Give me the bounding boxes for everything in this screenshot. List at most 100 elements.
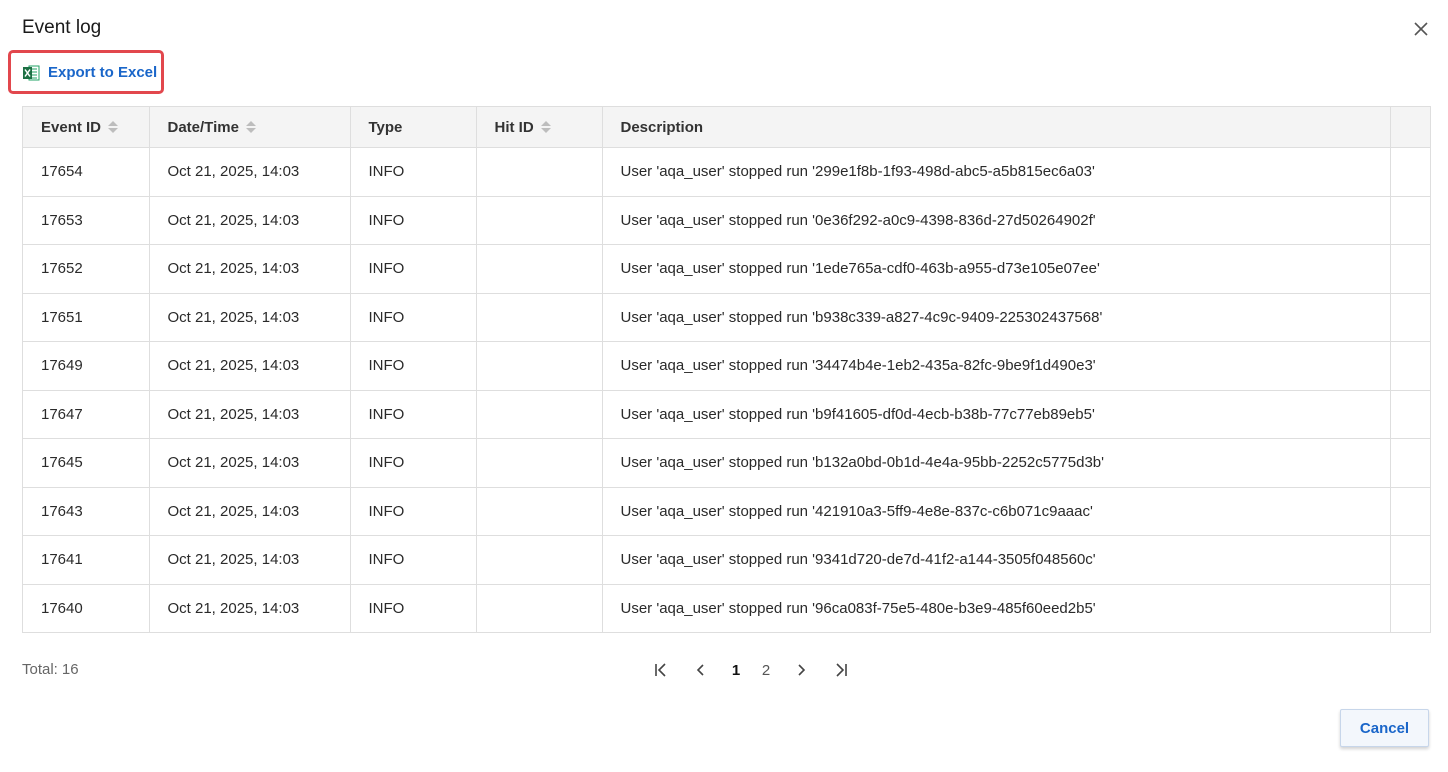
event-table-container: Event ID Date/Time Type Hit ID Descripti… — [22, 106, 1431, 633]
cell-description: User 'aqa_user' stopped run '0e36f292-a0… — [602, 196, 1391, 245]
cancel-button[interactable]: Cancel — [1340, 709, 1429, 747]
column-header-type: Type — [350, 107, 477, 148]
close-button[interactable] — [1410, 18, 1432, 40]
last-page-button[interactable] — [828, 657, 854, 683]
cell-type: INFO — [350, 293, 477, 342]
cell-hit-id — [476, 438, 603, 488]
cell-hit-id — [476, 535, 603, 585]
cell-hit-id — [476, 147, 603, 197]
column-label: Description — [620, 118, 704, 136]
table-row[interactable]: 17643 Oct 21, 2025, 14:03 INFO User 'aqa… — [23, 487, 1430, 536]
cell-event-id: 17643 — [23, 487, 150, 536]
sort-icon[interactable] — [107, 118, 119, 136]
cell-hit-id — [476, 244, 603, 294]
cell-datetime: Oct 21, 2025, 14:03 — [149, 341, 351, 391]
cell-hit-id — [476, 584, 603, 632]
page-2-button[interactable]: 2 — [758, 662, 774, 679]
event-log-dialog: Event log Export to Excel Event ID Date/… — [0, 0, 1448, 772]
cell-type: INFO — [350, 147, 477, 197]
column-header-hit-id[interactable]: Hit ID — [476, 107, 603, 148]
cell-spacer — [1390, 487, 1430, 536]
cell-description: User 'aqa_user' stopped run '9341d720-de… — [602, 535, 1391, 585]
cell-hit-id — [476, 341, 603, 391]
cell-type: INFO — [350, 487, 477, 536]
table-row[interactable]: 17651 Oct 21, 2025, 14:03 INFO User 'aqa… — [23, 293, 1430, 342]
cell-description: User 'aqa_user' stopped run '421910a3-5f… — [602, 487, 1391, 536]
cell-hit-id — [476, 196, 603, 245]
cell-spacer — [1390, 244, 1430, 294]
cell-type: INFO — [350, 584, 477, 632]
table-row[interactable]: 17654 Oct 21, 2025, 14:03 INFO User 'aqa… — [23, 147, 1430, 197]
cell-datetime: Oct 21, 2025, 14:03 — [149, 196, 351, 245]
cell-spacer — [1390, 196, 1430, 245]
sort-icon[interactable] — [245, 118, 257, 136]
cell-hit-id — [476, 293, 603, 342]
cell-event-id: 17640 — [23, 584, 150, 632]
cell-event-id: 17652 — [23, 244, 150, 294]
table-row[interactable]: 17653 Oct 21, 2025, 14:03 INFO User 'aqa… — [23, 196, 1430, 245]
total-count: Total: 16 — [22, 661, 79, 678]
total-value: 16 — [61, 661, 79, 678]
cell-spacer — [1390, 147, 1430, 197]
cell-datetime: Oct 21, 2025, 14:03 — [149, 584, 351, 632]
table-row[interactable]: 17647 Oct 21, 2025, 14:03 INFO User 'aqa… — [23, 390, 1430, 439]
cell-datetime: Oct 21, 2025, 14:03 — [149, 487, 351, 536]
cell-event-id: 17647 — [23, 390, 150, 439]
cell-description: User 'aqa_user' stopped run '34474b4e-1e… — [602, 341, 1391, 391]
export-label: Export to Excel — [48, 64, 158, 81]
cell-event-id: 17651 — [23, 293, 150, 342]
cell-description: User 'aqa_user' stopped run 'b132a0bd-0b… — [602, 438, 1391, 488]
close-icon — [1414, 22, 1428, 36]
first-page-button[interactable] — [648, 657, 674, 683]
cell-datetime: Oct 21, 2025, 14:03 — [149, 390, 351, 439]
table-header-row: Event ID Date/Time Type Hit ID Descripti… — [23, 107, 1430, 148]
dialog-title: Event log — [22, 17, 102, 38]
table-row[interactable]: 17645 Oct 21, 2025, 14:03 INFO User 'aqa… — [23, 438, 1430, 488]
cell-hit-id — [476, 487, 603, 536]
cell-spacer — [1390, 293, 1430, 342]
excel-icon — [23, 65, 40, 80]
cell-event-id: 17641 — [23, 535, 150, 585]
total-label: Total: — [22, 661, 58, 678]
export-highlight-frame: Export to Excel — [8, 50, 164, 94]
column-label: Type — [368, 118, 403, 136]
column-header-event-id[interactable]: Event ID — [23, 107, 150, 148]
sort-icon[interactable] — [540, 118, 552, 136]
cell-description: User 'aqa_user' stopped run '1ede765a-cd… — [602, 244, 1391, 294]
table-row[interactable]: 17641 Oct 21, 2025, 14:03 INFO User 'aqa… — [23, 535, 1430, 585]
column-header-description: Description — [602, 107, 1391, 148]
cell-hit-id — [476, 390, 603, 439]
chevron-right-icon — [798, 664, 806, 676]
cell-spacer — [1390, 390, 1430, 439]
next-page-button[interactable] — [788, 657, 814, 683]
column-label: Date/Time — [167, 118, 239, 136]
table-row[interactable]: 17649 Oct 21, 2025, 14:03 INFO User 'aqa… — [23, 341, 1430, 391]
pagination: 1 2 — [648, 657, 868, 683]
prev-page-button[interactable] — [688, 657, 714, 683]
column-header-datetime[interactable]: Date/Time — [149, 107, 351, 148]
cell-spacer — [1390, 535, 1430, 585]
column-label: Event ID — [41, 118, 102, 136]
cell-spacer — [1390, 438, 1430, 488]
table-row[interactable]: 17652 Oct 21, 2025, 14:03 INFO User 'aqa… — [23, 244, 1430, 294]
column-header-spacer — [1390, 107, 1430, 148]
event-table: Event ID Date/Time Type Hit ID Descripti… — [23, 107, 1430, 632]
cell-datetime: Oct 21, 2025, 14:03 — [149, 293, 351, 342]
cell-type: INFO — [350, 390, 477, 439]
cell-event-id: 17653 — [23, 196, 150, 245]
cell-description: User 'aqa_user' stopped run 'b938c339-a8… — [602, 293, 1391, 342]
cell-event-id: 17654 — [23, 147, 150, 197]
last-page-icon — [836, 663, 847, 677]
cell-datetime: Oct 21, 2025, 14:03 — [149, 438, 351, 488]
cell-spacer — [1390, 584, 1430, 632]
cell-event-id: 17649 — [23, 341, 150, 391]
cell-spacer — [1390, 341, 1430, 391]
cell-description: User 'aqa_user' stopped run '96ca083f-75… — [602, 584, 1391, 632]
cell-type: INFO — [350, 535, 477, 585]
column-label: Hit ID — [494, 118, 534, 136]
export-to-excel-button[interactable]: Export to Excel — [23, 64, 157, 81]
chevron-left-icon — [696, 664, 704, 676]
table-row[interactable]: 17640 Oct 21, 2025, 14:03 INFO User 'aqa… — [23, 584, 1430, 632]
cell-event-id: 17645 — [23, 438, 150, 488]
page-1-button[interactable]: 1 — [728, 662, 744, 679]
